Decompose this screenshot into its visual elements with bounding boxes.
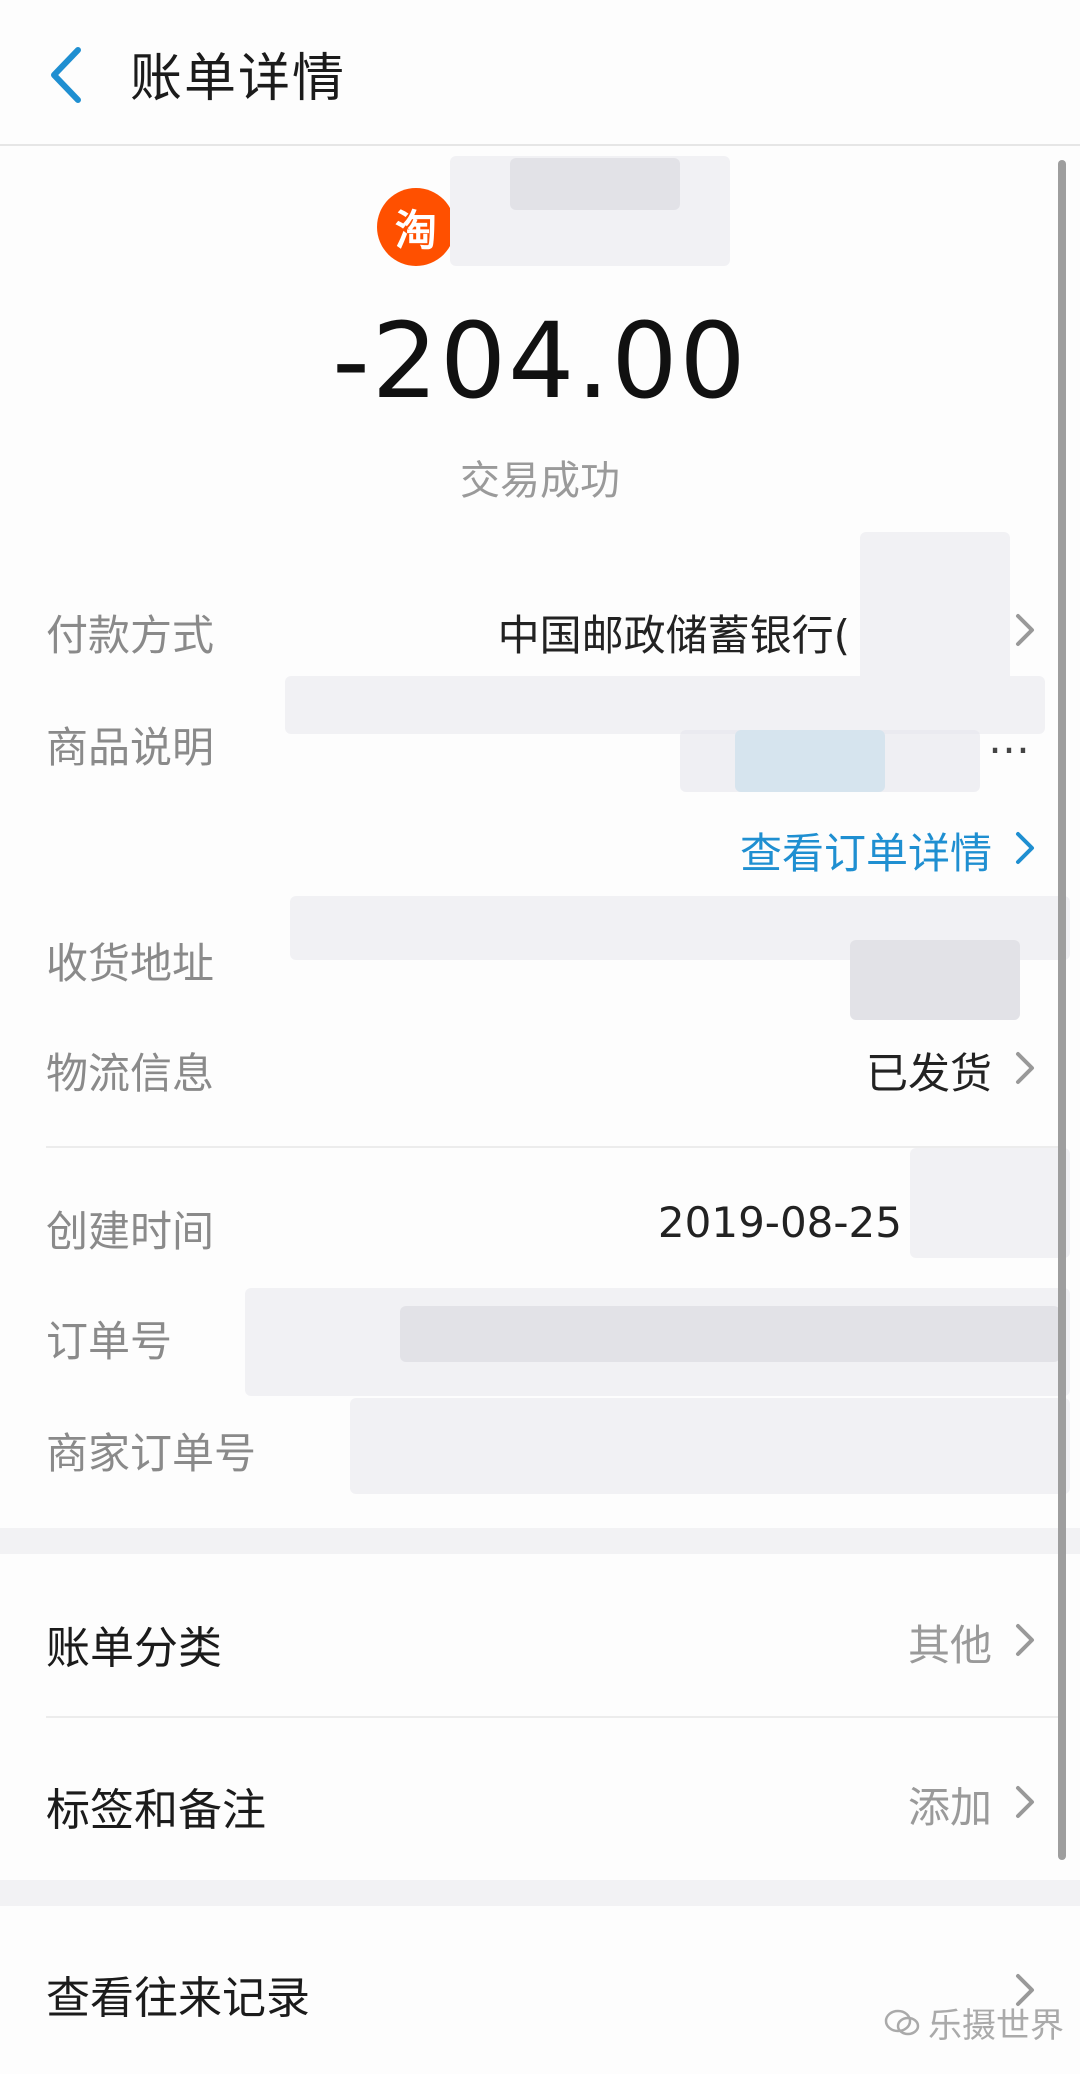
tags-chevron-icon[interactable] xyxy=(1010,1780,1040,1824)
logo-text: 淘 xyxy=(394,205,437,255)
section-divider xyxy=(46,1146,1062,1148)
transaction-status: 交易成功 xyxy=(460,458,620,504)
bill-category-value: 其他 xyxy=(907,1621,992,1670)
logistics-value[interactable]: 已发货 xyxy=(866,1040,992,1101)
amount: -204.00 xyxy=(332,300,748,422)
payment-chevron-icon[interactable] xyxy=(1010,608,1040,652)
wechat-icon xyxy=(884,2009,920,2035)
product-desc-label: 商品说明 xyxy=(46,723,215,772)
order-link-chevron-icon[interactable] xyxy=(1010,826,1040,870)
view-order-detail-link[interactable]: 查看订单详情 xyxy=(740,820,992,881)
payment-method-value[interactable]: 中国邮政储蓄银行( xyxy=(498,602,850,663)
detail-card: 淘 -204.00 交易成功 付款方式 中国邮政储蓄银行( 商品说明 … 查看订… xyxy=(0,148,1080,1528)
product-desc-redacted xyxy=(285,676,1045,734)
tags-notes-label: 标签和备注 xyxy=(46,1785,266,1836)
order-no-redacted xyxy=(400,1306,1060,1362)
created-time-redacted xyxy=(910,1148,1070,1258)
page-title: 账单详情 xyxy=(130,49,347,109)
merchant-order-no-redacted xyxy=(350,1398,1070,1494)
address-label: 收货地址 xyxy=(46,939,215,988)
section-gap xyxy=(0,1528,1080,1554)
bill-detail-page: 账单详情 淘 -204.00 交易成功 付款方式 中国邮政储蓄银行( 商品说明 … xyxy=(0,0,1080,2074)
taobao-logo-icon: 淘 xyxy=(377,188,455,266)
merchant-order-no-label: 商家订单号 xyxy=(46,1429,257,1478)
back-arrow-icon[interactable] xyxy=(42,40,92,110)
merchant-name-redacted-block xyxy=(510,158,680,210)
product-desc-redacted-2 xyxy=(680,730,980,792)
nav-header: 账单详情 xyxy=(0,0,1080,146)
order-no-label: 订单号 xyxy=(46,1317,173,1366)
category-chevron-icon[interactable] xyxy=(1010,1618,1040,1662)
logistics-chevron-icon[interactable] xyxy=(1010,1046,1040,1090)
created-time-value: 2019-08-25 xyxy=(657,1198,902,1247)
watermark: 乐摄世界 xyxy=(884,1998,1064,2047)
logistics-label: 物流信息 xyxy=(46,1049,215,1098)
watermark-text: 乐摄世界 xyxy=(928,2006,1064,2046)
view-records-label: 查看往来记录 xyxy=(46,1973,310,2024)
tags-notes-value: 添加 xyxy=(907,1783,992,1832)
address-redacted-block xyxy=(850,940,1020,1020)
menu-divider xyxy=(46,1716,1062,1718)
section-gap-2 xyxy=(0,1880,1080,1906)
payment-method-label: 付款方式 xyxy=(46,611,215,660)
created-time-label: 创建时间 xyxy=(46,1207,215,1256)
scrollbar[interactable] xyxy=(1058,160,1066,1860)
product-desc-ellipsis: … xyxy=(988,714,1030,763)
bill-category-label: 账单分类 xyxy=(46,1623,222,1674)
